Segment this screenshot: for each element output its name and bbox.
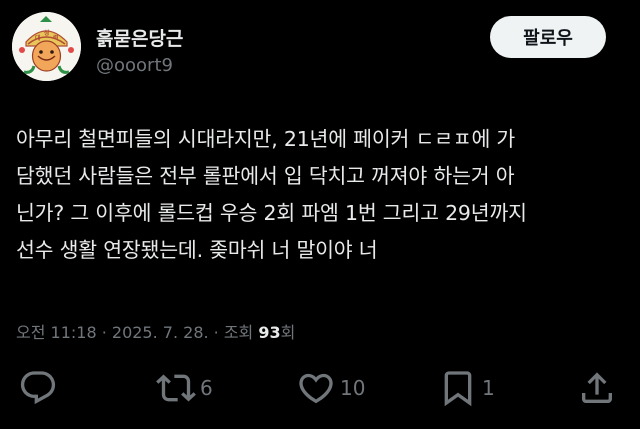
- tweet-line: 아무리 철면피들의 시대라지만, 21년에 페이커 ㄷㄹㅍ에 가: [16, 127, 516, 151]
- reply-button[interactable]: [18, 366, 62, 410]
- timestamp[interactable]: 오전 11:18 · 2025. 7. 28. · 조회: [16, 323, 258, 342]
- reply-icon: [20, 371, 56, 405]
- tweet-text: 아무리 철면피들의 시대라지만, 21년에 페이커 ㄷㄹㅍ에 가 담했던 사람들…: [16, 121, 628, 269]
- tweet-line: 선수 생활 연장됐는데. 좆마쉬 너 말이야 너: [16, 238, 378, 262]
- tweet-line: 담했던 사람들은 전부 롤판에서 입 닥치고 꺼져야 하는거 아: [16, 164, 515, 188]
- retweet-button[interactable]: 6: [156, 366, 213, 410]
- share-button[interactable]: [577, 366, 617, 410]
- follow-button[interactable]: 팔로우: [490, 16, 606, 58]
- avatar-image: 대 상 력: [12, 12, 81, 81]
- views-suffix: 회: [280, 323, 296, 342]
- views-count: 93: [258, 323, 281, 342]
- retweet-icon: [156, 374, 196, 402]
- avatar-text-1: 대: [35, 34, 41, 42]
- like-button[interactable]: 10: [296, 366, 365, 410]
- tweet-meta: 오전 11:18 · 2025. 7. 28. · 조회 93회: [16, 319, 295, 343]
- heart-icon: [299, 373, 333, 404]
- bookmark-count: 1: [482, 376, 495, 400]
- share-icon: [582, 372, 612, 403]
- avatar[interactable]: 대 상 력: [12, 12, 81, 81]
- retweet-count: 6: [200, 376, 213, 400]
- tweet-line: 닌가? 그 이후에 롤드컵 우승 2회 파엠 1번 그리고 29년까지: [16, 201, 527, 225]
- user-handle[interactable]: @ooort9: [96, 55, 173, 76]
- like-count: 10: [340, 376, 366, 400]
- bookmark-button[interactable]: 1: [438, 366, 495, 410]
- avatar-text-2: 상: [44, 29, 50, 37]
- avatar-text-3: 력: [53, 34, 59, 42]
- display-name[interactable]: 흙묻은당근: [96, 24, 183, 51]
- bookmark-icon: [444, 371, 472, 407]
